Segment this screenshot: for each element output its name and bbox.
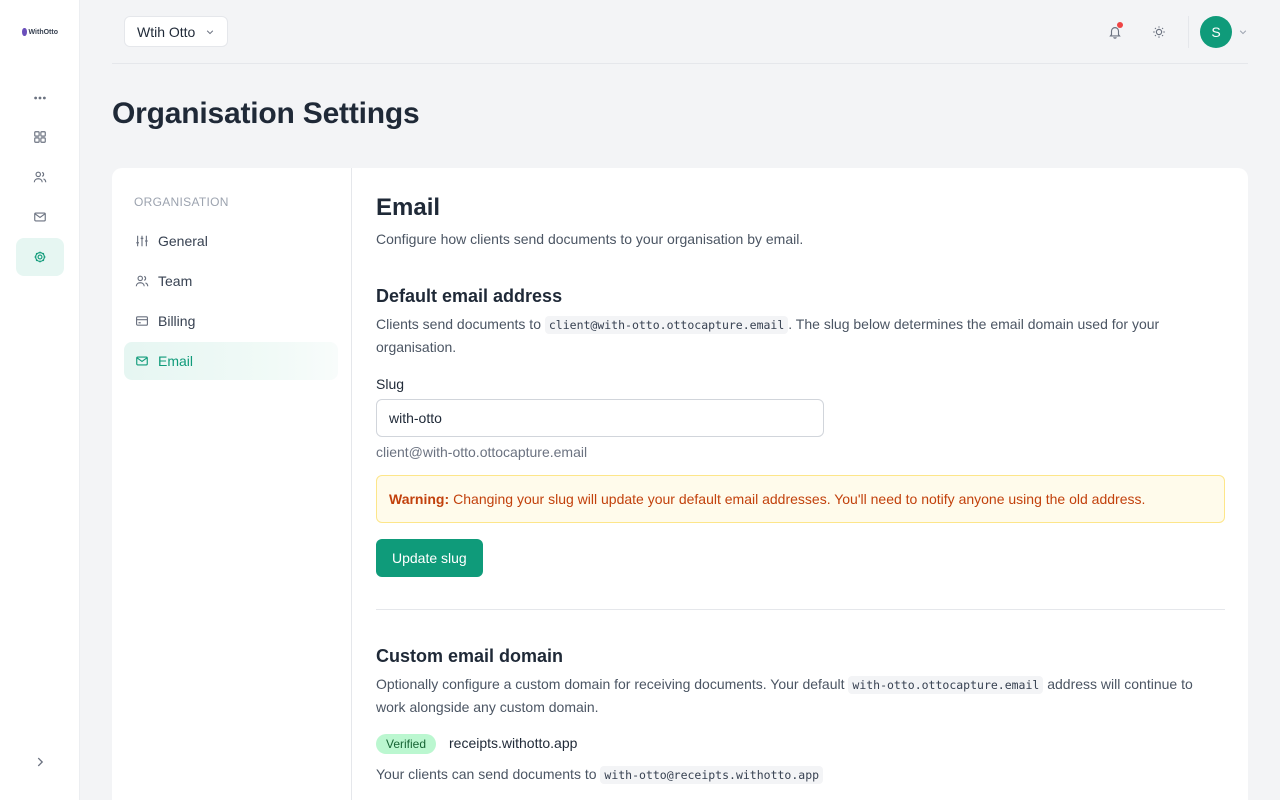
default-email-heading: Default email address [376,286,563,306]
settings-nav-heading: ORGANISATION [134,195,229,209]
slug-warning-alert: Warning: Changing your slug will update … [376,475,1225,523]
custom-domain-address-note: Your clients can send documents to with-… [376,763,1225,786]
logo-text: WithOtto [28,28,58,36]
settings-nav-item-billing[interactable]: Billing [124,302,338,340]
settings-nav-label: Billing [158,313,196,329]
slug-label: Slug [376,376,405,392]
slug-preview-hint: client@with-otto.ottocapture.email [376,444,588,460]
default-address-code: client@with-otto.ottocapture.email [544,316,789,334]
sliders-icon [136,235,148,247]
avatar-initial: S [1211,24,1221,40]
status-badge: Verified [376,734,437,754]
avatar[interactable]: S [1200,16,1232,48]
logo-mark-icon [22,28,27,36]
chevron-down-icon[interactable] [1238,27,1248,37]
custom-domain-description: Optionally configure a custom domain for… [376,673,1225,718]
mail-icon [136,356,148,366]
section-divider [376,609,1225,610]
notification-dot [1117,22,1123,28]
custom-address-code: with-otto@receipts.withotto.app [600,766,824,784]
mail-icon[interactable] [16,198,64,236]
settings-nav: ORGANISATION General Team Billing Email [112,168,352,800]
more-icon[interactable] [16,79,64,117]
expand-chevron-icon[interactable] [16,743,64,781]
settings-nav-label: General [158,233,208,249]
credit-card-icon [136,316,148,326]
section-subtitle: Configure how clients send documents to … [376,231,804,247]
app-logo[interactable]: WithOtto [22,26,58,38]
users-icon [135,275,149,287]
chevron-down-icon [207,29,214,34]
settings-icon[interactable] [16,238,64,276]
notifications-bell-icon[interactable] [1103,20,1127,44]
topbar-divider [1188,16,1189,48]
description-text: Clients send documents to [376,316,545,332]
settings-nav-item-team[interactable]: Team [124,262,338,300]
description-text: Your clients can send documents to [376,766,601,782]
organisation-switcher[interactable]: Wtih Otto [124,16,229,47]
settings-nav-item-general[interactable]: General [124,222,338,260]
users-icon[interactable] [16,158,64,196]
dashboard-icon[interactable] [16,118,64,156]
settings-nav-label: Email [158,353,194,369]
page-title: Organisation Settings [112,97,420,130]
default-domain-code: with-otto.ottocapture.email [848,676,1044,694]
settings-nav-item-email[interactable]: Email [124,342,338,380]
app-rail: WithOtto [0,0,80,800]
top-bar: Wtih Otto S [112,0,1248,64]
organisation-name: Wtih Otto [137,23,196,40]
default-email-description: Clients send documents to client@with-ot… [376,313,1225,358]
warning-text: Changing your slug will update your defa… [453,491,1146,507]
description-text: Optionally configure a custom domain for… [376,676,849,692]
custom-domain-name: receipts.withotto.app [449,735,578,751]
warning-label: Warning: [389,491,450,507]
custom-domain-heading: Custom email domain [376,646,564,666]
update-slug-button[interactable]: Update slug [376,539,483,577]
settings-nav-label: Team [158,273,193,289]
theme-toggle-sun-icon[interactable] [1147,20,1171,44]
settings-card: ORGANISATION General Team Billing Email … [112,168,1248,800]
slug-input[interactable] [376,399,824,437]
section-title: Email [376,194,441,221]
